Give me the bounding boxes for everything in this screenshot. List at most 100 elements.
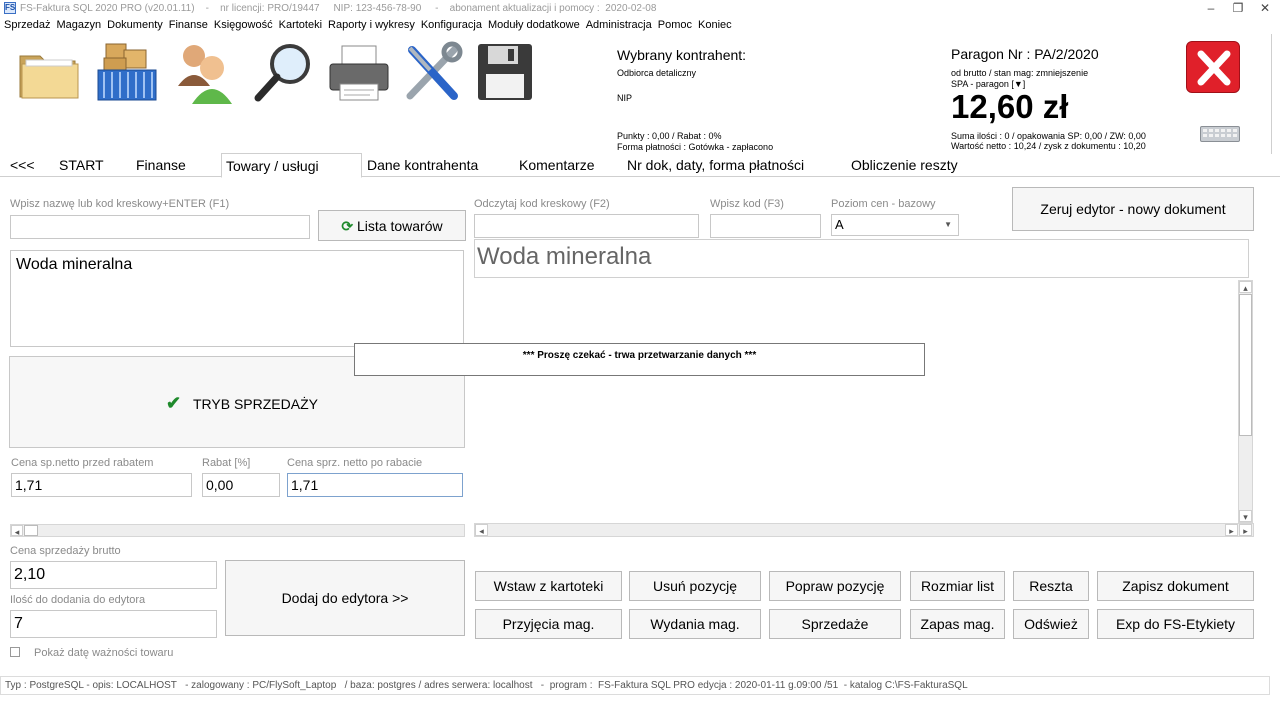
contractor-nip: NIP: [617, 93, 633, 103]
grid-horizontal-scrollbar[interactable]: ◂ ▸ ▸: [474, 523, 1254, 537]
window-title: FS-Faktura SQL 2020 PRO (v20.01.11) - nr…: [20, 3, 657, 14]
product-list-label: Lista towarów: [357, 218, 443, 234]
tab-dane-kontrahenta[interactable]: Dane kontrahenta: [363, 153, 482, 177]
receipt-quantity-summary: Suma ilości : 0 / opakowania SP: 0,00 / …: [951, 131, 1146, 141]
menu-item-sprzedaz[interactable]: Sprzedaż: [4, 17, 50, 33]
printer-icon[interactable]: [326, 40, 392, 106]
goods-receipt-button[interactable]: Przyjęcia mag.: [475, 609, 622, 639]
menu-item-pomoc[interactable]: Pomoc: [658, 17, 692, 33]
contractor-points: Punkty : 0,00 / Rabat : 0%: [617, 131, 722, 141]
edit-item-button[interactable]: Popraw pozycję: [769, 571, 901, 601]
magnifier-icon[interactable]: [252, 40, 318, 106]
minimize-icon[interactable]: –: [1196, 0, 1226, 17]
tab-back[interactable]: <<<: [6, 153, 39, 177]
menu-item-magazyn[interactable]: Magazyn: [56, 17, 101, 33]
sales-button[interactable]: Sprzedaże: [769, 609, 901, 639]
menu-item-kartoteki[interactable]: Kartoteki: [279, 17, 322, 33]
menu-item-moduly[interactable]: Moduły dodatkowe: [488, 17, 580, 33]
stock-reserve-button[interactable]: Zapas mag.: [910, 609, 1005, 639]
tab-nr-dok[interactable]: Nr dok, daty, forma płatności: [623, 153, 808, 177]
price-level-value: A: [835, 217, 844, 232]
price-level-select[interactable]: A ▼: [831, 214, 959, 236]
menu-item-konfiguracja[interactable]: Konfiguracja: [421, 17, 482, 33]
quantity-label: Ilość do dodania do edytora: [10, 594, 146, 606]
contractor-payment: Forma płatności : Gotówka - zapłacono: [617, 142, 774, 152]
scroll-down-icon[interactable]: ▾: [1239, 510, 1252, 522]
check-icon: ✔: [166, 393, 182, 413]
refresh-icon: ⟳: [341, 218, 354, 234]
add-to-editor-button[interactable]: Dodaj do edytora >>: [225, 560, 465, 636]
tab-obliczenie-reszty[interactable]: Obliczenie reszty: [847, 153, 962, 177]
contacts-icon[interactable]: [170, 40, 236, 106]
chevron-down-icon: ▼: [944, 220, 952, 229]
discount-input[interactable]: 0,00: [202, 473, 280, 497]
grid-vertical-scrollbar[interactable]: ▴ ▾: [1238, 280, 1253, 523]
floppy-disk-icon[interactable]: [474, 40, 540, 106]
keyboard-icon[interactable]: [1200, 126, 1240, 142]
receipt-number: Paragon Nr : PA/2/2020: [951, 46, 1099, 62]
receipt-stock-mode: od brutto / stan mag: zmniejszenie: [951, 68, 1089, 78]
gross-price-label: Cena sprzedaży brutto: [10, 545, 121, 557]
processing-dialog: *** Proszę czekać - trwa przetwarzanie d…: [354, 343, 925, 376]
menu-item-ksiegowosc[interactable]: Księgowość: [214, 17, 273, 33]
tab-finanse[interactable]: Finanse: [132, 153, 190, 177]
folder-icon[interactable]: [16, 40, 82, 106]
restore-icon[interactable]: ❐: [1223, 0, 1253, 17]
contractor-heading: Wybrany kontrahent:: [617, 47, 747, 63]
scroll-right-icon[interactable]: ▸: [1225, 524, 1238, 536]
product-name-box[interactable]: Woda mineralna: [10, 250, 464, 347]
net-after-discount-input[interactable]: 1,71: [287, 473, 463, 497]
search-label: Wpisz nazwę lub kod kreskowy+ENTER (F1): [10, 198, 230, 210]
sales-mode-label: TRYB SPRZEDAŻY: [192, 396, 318, 412]
quantity-input[interactable]: 7: [10, 610, 217, 638]
title-bar: FS FS-Faktura SQL 2020 PRO (v20.01.11) -…: [0, 0, 1280, 17]
document-items-grid[interactable]: [474, 280, 1254, 538]
scroll-up-icon[interactable]: ▴: [1239, 281, 1252, 293]
close-window-icon[interactable]: ✕: [1250, 0, 1280, 17]
barcode-label: Odczytaj kod kreskowy (F2): [474, 198, 610, 210]
close-icon: [1197, 50, 1231, 86]
status-bar: Typ : PostgreSQL - opis: LOCALHOST - zal…: [0, 676, 1270, 695]
goods-issue-button[interactable]: Wydania mag.: [629, 609, 761, 639]
discount-label: Rabat [%]: [202, 457, 251, 469]
expiry-label: Pokaż datę ważności towaru: [34, 647, 174, 659]
scroll-thumb[interactable]: [1239, 294, 1252, 436]
reset-editor-button[interactable]: Zeruj edytor - nowy dokument: [1012, 187, 1254, 231]
menu-item-administracja[interactable]: Administracja: [586, 17, 652, 33]
expiry-checkbox[interactable]: [10, 647, 20, 657]
scroll-right-end-icon[interactable]: ▸: [1239, 524, 1252, 536]
net-after-discount-label: Cena sprz. netto po rabacie: [287, 457, 423, 469]
menu-item-dokumenty[interactable]: Dokumenty: [107, 17, 163, 33]
warehouse-boxes-icon[interactable]: [94, 40, 160, 106]
receipt-net-summary: Wartość netto : 10,24 / zysk z dokumentu…: [951, 141, 1146, 151]
menu-item-koniec[interactable]: Koniec: [698, 17, 732, 33]
search-input[interactable]: [10, 215, 310, 239]
tools-icon[interactable]: [400, 40, 466, 106]
tab-start[interactable]: START: [55, 153, 108, 177]
gross-price-input[interactable]: 2,10: [10, 561, 217, 589]
menu-item-raporty[interactable]: Raporty i wykresy: [328, 17, 415, 33]
tab-towary-uslugi[interactable]: Towary / usługi: [221, 153, 362, 178]
net-price-input[interactable]: 1,71: [11, 473, 192, 497]
scroll-left-icon[interactable]: ◂: [11, 525, 23, 537]
refresh-button[interactable]: Odśwież: [1013, 609, 1089, 639]
change-button[interactable]: Reszta: [1013, 571, 1089, 601]
divider: [1271, 34, 1272, 154]
left-horizontal-scrollbar[interactable]: ◂: [10, 524, 465, 537]
save-document-button[interactable]: Zapisz dokument: [1097, 571, 1254, 601]
receipt-total: 12,60 zł: [951, 88, 1069, 125]
product-list-button[interactable]: ⟳ Lista towarów: [318, 210, 466, 241]
product-display-box: Woda mineralna: [474, 239, 1249, 278]
menu-item-finanse[interactable]: Finanse: [169, 17, 208, 33]
insert-from-catalog-button[interactable]: Wstaw z kartoteki: [475, 571, 622, 601]
code-input[interactable]: [710, 214, 821, 238]
scroll-thumb[interactable]: [24, 525, 38, 536]
barcode-input[interactable]: [474, 214, 699, 238]
export-labels-button[interactable]: Exp do FS-Etykiety: [1097, 609, 1254, 639]
scroll-left-icon[interactable]: ◂: [475, 524, 488, 536]
close-document-button[interactable]: [1186, 41, 1240, 93]
tab-komentarze[interactable]: Komentarze: [515, 153, 598, 177]
contractor-name[interactable]: Odbiorca detaliczny: [617, 68, 696, 78]
list-size-button[interactable]: Rozmiar list: [910, 571, 1005, 601]
delete-item-button[interactable]: Usuń pozycję: [629, 571, 761, 601]
